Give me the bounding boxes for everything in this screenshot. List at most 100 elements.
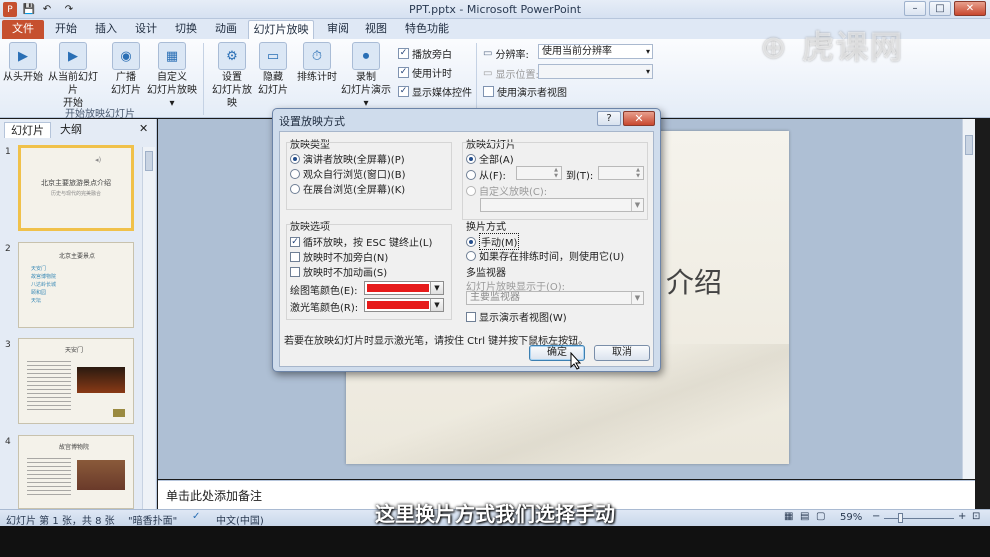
tab-outline[interactable]: 大纲 — [54, 122, 88, 138]
hide-slide-icon: ▭ — [259, 42, 287, 70]
tab-insert[interactable]: 插入 — [90, 20, 122, 39]
tab-review[interactable]: 审阅 — [322, 20, 354, 39]
radio-presenter[interactable]: 演讲者放映(全屏幕)(P) — [290, 151, 405, 166]
thumb-title: 北京主要景点 — [59, 253, 96, 260]
slide-number: 4 — [5, 437, 11, 447]
kiosk-label: 在展台浏览(全屏幕)(K) — [303, 185, 406, 196]
thumb-title: 天安门 — [65, 347, 84, 354]
tab-slideshow[interactable]: 幻灯片放映 — [248, 20, 314, 39]
tab-home[interactable]: 开始 — [50, 20, 82, 39]
tab-slides[interactable]: 幻灯片 — [4, 122, 51, 138]
dialog-close-button[interactable]: ✕ — [623, 111, 655, 126]
broadcast-label-1: 广播 — [116, 72, 136, 83]
checkmark-icon: ✓ — [290, 236, 300, 247]
custom-show-dropdown[interactable]: ▼ — [480, 198, 644, 212]
pen-color-label: 绘图笔颜色(E): — [290, 286, 358, 297]
tab-transitions[interactable]: 切换 — [170, 20, 202, 39]
resolution-value: 使用当前分辨率 — [542, 46, 612, 57]
radio-kiosk[interactable]: 在展台浏览(全屏幕)(K) — [290, 181, 405, 196]
rehearse-timings-button[interactable]: ⏱ 排练计时 — [296, 42, 338, 84]
setup-slideshow-label-2: 幻灯片放映 — [212, 85, 252, 109]
tab-design[interactable]: 设计 — [130, 20, 162, 39]
tab-view[interactable]: 视图 — [360, 20, 392, 39]
show-media-controls-checkbox[interactable]: ✓ 显示媒体控件 — [398, 84, 472, 99]
from-beginning-label: 从头开始 — [3, 72, 43, 83]
setup-show-dialog: 设置放映方式 ? ✕ 放映类型 演讲者放映(全屏幕)(P) 观众自行浏览(窗口)… — [272, 108, 661, 372]
record-label-1: 录制 — [356, 72, 376, 83]
presenter-view-option[interactable]: 显示演示者视图(W) — [466, 309, 567, 324]
close-icon[interactable]: ✕ — [139, 122, 148, 135]
checkmark-icon: ✓ — [398, 67, 409, 78]
slide-thumbnail-2[interactable]: 北京主要景点 天安门 故宫博物院 八达岭长城 颐和园 天坛 — [18, 242, 134, 328]
loop-checkbox[interactable]: ✓ 循环放映，按 ESC 键终止(L) — [290, 234, 432, 249]
slides-scrollbar[interactable] — [142, 147, 155, 509]
checkmark-icon: ✓ — [398, 86, 409, 97]
pen-color-picker[interactable]: ▼ — [364, 281, 444, 295]
close-button[interactable]: ✕ — [954, 1, 986, 16]
laser-color-picker[interactable]: ▼ — [364, 298, 444, 312]
resolution-combo[interactable]: 使用当前分辨率 ▾ — [538, 44, 653, 59]
broadcast-button[interactable]: ◉ 广播 幻灯片 — [108, 42, 144, 97]
no-animation-checkbox[interactable]: 放映时不加动画(S) — [290, 264, 387, 279]
to-slide-spinner[interactable]: ▲ ▼ — [598, 166, 644, 180]
use-timings-checkbox[interactable]: ✓ 使用计时 — [398, 65, 452, 80]
tab-special-features[interactable]: 特色功能 — [402, 20, 452, 39]
maximize-button[interactable]: □ — [929, 1, 951, 16]
radio-icon — [290, 168, 300, 179]
show-on-combo[interactable]: ▾ — [538, 64, 653, 79]
thumb-bullet: 故宫博物院 — [31, 274, 57, 280]
cancel-button[interactable]: 取消 — [594, 345, 650, 361]
radio-selected-icon — [466, 153, 476, 164]
hide-slide-button[interactable]: ▭ 隐藏 幻灯片 — [258, 42, 288, 97]
scrollbar-thumb[interactable] — [145, 151, 153, 171]
thumb-image — [77, 367, 125, 393]
help-button[interactable]: ? — [597, 111, 621, 126]
play-narration-checkbox[interactable]: ✓ 播放旁白 — [398, 46, 452, 61]
slide-thumbnail-1[interactable]: 北京主要旅游景点介绍 历史与现代的完美融合 ◂) — [18, 145, 134, 231]
slide-number: 1 — [5, 147, 11, 157]
tab-file[interactable]: 文件 — [2, 20, 44, 39]
presenter-view-checkbox[interactable]: 使用演示者视图 — [483, 84, 567, 99]
from-current-button[interactable]: ▶ 从当前幻灯片 开始 — [44, 42, 102, 110]
show-media-label: 显示媒体控件 — [412, 88, 472, 99]
slide-scrollbar[interactable] — [962, 119, 975, 479]
setup-slideshow-label-1: 设置 — [222, 72, 242, 83]
minimize-button[interactable]: – — [904, 1, 926, 16]
slide-thumbnail-3[interactable]: 天安门 — [18, 338, 134, 424]
from-beginning-button[interactable]: ▶ 从头开始 — [2, 42, 44, 84]
thumb-title: 故宫博物院 — [59, 444, 90, 451]
custom-show-label-1: 自定义 — [157, 72, 187, 83]
watermark-text: 虎课网 — [801, 28, 904, 66]
dialog-body: 放映类型 演讲者放映(全屏幕)(P) 观众自行浏览(窗口)(B) 在展台浏览(全… — [279, 131, 654, 367]
radio-from-slide[interactable]: 从(F): — [466, 167, 506, 182]
browsed-window-label: 观众自行浏览(窗口)(B) — [303, 170, 406, 181]
spin-down-icon[interactable]: ▼ — [633, 173, 643, 179]
radio-browsed-window[interactable]: 观众自行浏览(窗口)(B) — [290, 166, 405, 181]
use-timings-option-label: 如果存在排练时间，则使用它(U) — [479, 252, 625, 263]
radio-icon — [466, 169, 476, 180]
radio-custom-show[interactable]: 自定义放映(C): — [466, 183, 547, 198]
radio-all-slides[interactable]: 全部(A) — [466, 151, 514, 166]
from-slide-spinner[interactable]: ▲ ▼ — [516, 166, 562, 180]
record-slideshow-button[interactable]: ⏺ 录制 幻灯片演示 ▾ — [338, 42, 394, 110]
monitor-dropdown[interactable]: 主要监视器 ▼ — [466, 291, 644, 305]
checkbox-empty-icon — [290, 251, 300, 262]
spin-down-icon[interactable]: ▼ — [551, 173, 561, 179]
tab-animations[interactable]: 动画 — [210, 20, 242, 39]
no-narration-checkbox[interactable]: 放映时不加旁白(N) — [290, 249, 388, 264]
to-label: 到(T): — [566, 171, 594, 182]
custom-show-label: 自定义放映(C): — [479, 187, 548, 198]
radio-icon — [290, 183, 300, 194]
multi-monitor-heading: 多监视器 — [466, 268, 506, 279]
thumb-subtitle: 历史与现代的完美融合 — [50, 191, 101, 197]
monitor-icon: ▭ — [483, 68, 493, 79]
radio-selected-icon — [466, 236, 476, 247]
hide-slide-label-2: 幻灯片 — [258, 85, 288, 96]
setup-slideshow-button[interactable]: ⚙ 设置 幻灯片放映 — [208, 42, 256, 110]
ribbon-separator — [203, 43, 204, 115]
custom-show-button[interactable]: ▦ 自定义 幻灯片放映 ▾ — [146, 42, 198, 110]
radio-use-timings[interactable]: 如果存在排练时间，则使用它(U) — [466, 248, 624, 263]
show-on-label: 显示位置: — [495, 70, 539, 81]
scrollbar-thumb[interactable] — [965, 135, 973, 155]
slide-title-fragment: 介绍 — [666, 266, 723, 299]
